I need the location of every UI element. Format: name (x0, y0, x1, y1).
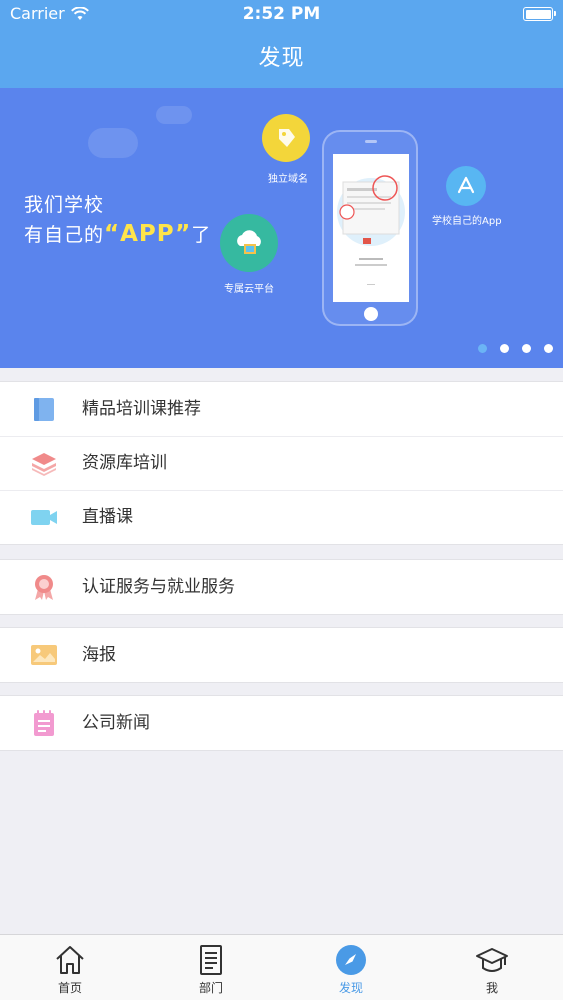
banner-headline-highlight: “APP” (104, 221, 192, 247)
carousel-dot[interactable] (478, 344, 487, 353)
phone-screen (333, 154, 409, 302)
menu-label: 认证服务与就业服务 (82, 577, 235, 597)
cloud-decoration (156, 106, 192, 124)
phone-speaker (365, 140, 377, 143)
graduation-cap-icon (476, 948, 508, 972)
tab-label: 首页 (57, 981, 82, 995)
battery-icon (523, 7, 556, 21)
cloud-platform-icon (220, 214, 278, 272)
menu-group-courses: 精品培训课推荐 资源库培训 直播课 (0, 381, 563, 545)
notepad-icon (34, 710, 54, 736)
menu-label: 公司新闻 (82, 713, 150, 733)
menu-item-certification-services[interactable]: 认证服务与就业服务 (0, 560, 563, 614)
tab-label: 我 (485, 981, 498, 995)
menu-group-services: 认证服务与就业服务 (0, 559, 563, 615)
phone-mockup (322, 130, 418, 326)
page-title: 发现 (258, 46, 305, 71)
menu-label: 直播课 (82, 507, 133, 527)
carousel-dot[interactable] (544, 344, 553, 353)
menu-item-posters[interactable]: 海报 (0, 628, 563, 682)
banner-headline-line1: 我们学校 (24, 194, 105, 216)
badge-label-domain: 独立域名 (268, 174, 308, 185)
document-list-icon (200, 945, 222, 975)
menu-item-live-class[interactable]: 直播课 (0, 490, 563, 544)
menu-label: 精品培训课推荐 (82, 399, 201, 419)
menu-item-company-news[interactable]: 公司新闻 (0, 696, 563, 750)
banner-headline-line2: 有自己的“APP”了 (24, 220, 211, 247)
book-icon (34, 398, 54, 421)
home-icon (56, 946, 84, 974)
menu-label: 海报 (82, 645, 116, 665)
status-time: 2:52 PM (242, 4, 321, 24)
menu-item-featured-courses[interactable]: 精品培训课推荐 (0, 382, 563, 436)
layers-icon (32, 453, 56, 476)
award-ribbon-icon (35, 575, 53, 600)
tab-me[interactable]: 我 (442, 935, 542, 1000)
menu-label: 资源库培训 (82, 453, 167, 473)
badge-label-app: 学校自己的App (432, 216, 502, 227)
tab-label: 发现 (338, 981, 363, 995)
carousel-dot[interactable] (500, 344, 509, 353)
tab-department[interactable]: 部门 (161, 935, 261, 1000)
tab-discover[interactable]: 发现 (301, 935, 401, 1000)
badge-label-cloud: 专属云平台 (224, 284, 274, 295)
status-bar: Carrier 2:52 PM (0, 0, 563, 30)
tab-home[interactable]: 首页 (20, 935, 120, 1000)
compass-icon (336, 945, 366, 975)
tab-bar: 首页 部门 发现 我 (0, 934, 563, 1000)
tab-label: 部门 (198, 981, 223, 995)
video-camera-icon (31, 510, 57, 525)
banner-headline-suffix: 了 (191, 224, 212, 246)
app-store-icon (446, 166, 486, 206)
cloud-decoration (88, 128, 138, 158)
tag-icon (262, 114, 310, 162)
carousel-pagination (478, 344, 553, 353)
menu-group-news: 公司新闻 (0, 695, 563, 751)
phone-home-button (364, 307, 378, 321)
promo-banner[interactable]: 我们学校 有自己的“APP”了 独立域名 专属云平台 学校自己的App (0, 88, 563, 368)
carousel-dot[interactable] (522, 344, 531, 353)
banner-headline-prefix: 有自己的 (24, 224, 105, 246)
menu-group-posters: 海报 (0, 627, 563, 683)
navigation-header: Carrier 2:52 PM 发现 (0, 0, 563, 88)
picture-icon (31, 645, 57, 665)
menu-item-resource-library[interactable]: 资源库培训 (0, 436, 563, 490)
